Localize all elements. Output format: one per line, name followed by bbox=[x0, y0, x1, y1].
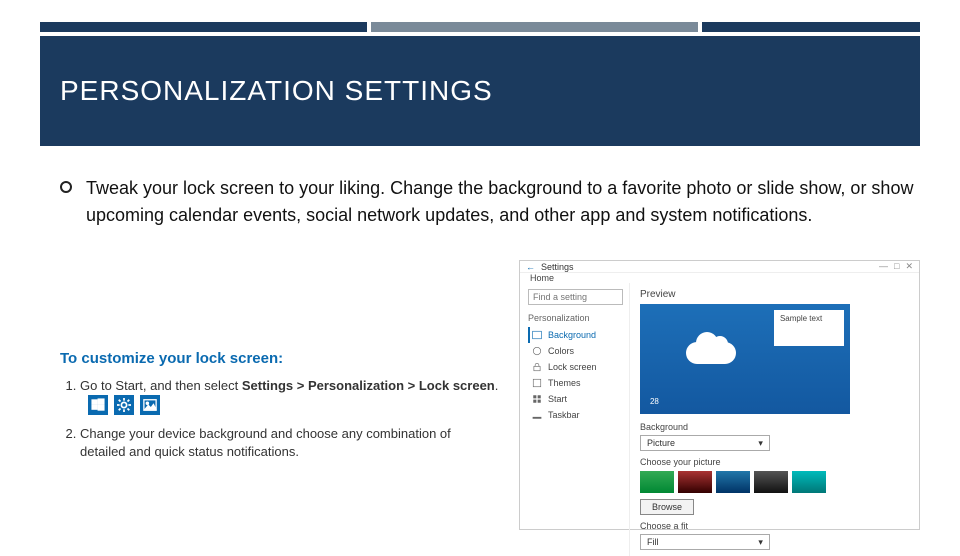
sidebar-item-themes[interactable]: Themes bbox=[528, 375, 623, 391]
slide-title-band: PERSONALIZATION SETTINGS bbox=[40, 36, 920, 146]
start-icon bbox=[532, 394, 542, 404]
picture-thumb[interactable] bbox=[754, 471, 788, 493]
settings-sidebar: Personalization Background Colors Lock s… bbox=[520, 283, 630, 556]
maximize-icon[interactable]: □ bbox=[894, 261, 899, 272]
browse-button[interactable]: Browse bbox=[640, 499, 694, 515]
background-label: Background bbox=[640, 422, 909, 432]
minimize-icon[interactable]: — bbox=[879, 261, 888, 272]
picture-icon bbox=[532, 330, 542, 340]
picture-thumb[interactable] bbox=[678, 471, 712, 493]
preview-image: Sample text 28 bbox=[640, 304, 850, 414]
back-icon[interactable]: ← bbox=[526, 262, 535, 272]
close-icon[interactable]: ✕ bbox=[905, 261, 913, 272]
bullet-icon bbox=[60, 181, 72, 193]
sidebar-item-taskbar[interactable]: Taskbar bbox=[528, 407, 623, 423]
themes-icon bbox=[532, 378, 542, 388]
background-select[interactable]: Picture ▾ bbox=[640, 435, 770, 451]
chevron-down-icon: ▾ bbox=[758, 438, 763, 449]
search-input[interactable] bbox=[528, 289, 623, 305]
fit-select[interactable]: Fill ▾ bbox=[640, 534, 770, 550]
sidebar-item-lock-screen[interactable]: Lock screen bbox=[528, 359, 623, 375]
sidebar-item-start[interactable]: Start bbox=[528, 391, 623, 407]
instructions-heading: To customize your lock screen: bbox=[60, 350, 499, 367]
sidebar-item-colors[interactable]: Colors bbox=[528, 343, 623, 359]
window-title: Settings bbox=[541, 262, 574, 272]
preview-time: 28 bbox=[650, 397, 659, 406]
lock-icon bbox=[532, 362, 542, 372]
bullet-text: Tweak your lock screen to your liking. C… bbox=[86, 175, 920, 229]
picture-icon bbox=[140, 395, 160, 415]
instructions-panel: To customize your lock screen: Go to Sta… bbox=[60, 260, 499, 530]
picture-thumb[interactable] bbox=[716, 471, 750, 493]
sidebar-item-background[interactable]: Background bbox=[528, 327, 623, 343]
accent-bars bbox=[40, 22, 920, 32]
gear-icon bbox=[114, 395, 134, 415]
fit-label: Choose a fit bbox=[640, 521, 909, 531]
bullet-item: Tweak your lock screen to your liking. C… bbox=[60, 175, 920, 229]
preview-sample-text: Sample text bbox=[774, 310, 844, 346]
settings-main: Preview Sample text 28 Background Pictur… bbox=[630, 283, 919, 556]
picture-thumb[interactable] bbox=[792, 471, 826, 493]
slide-title: PERSONALIZATION SETTINGS bbox=[60, 75, 493, 107]
windows-start-icon bbox=[88, 395, 108, 415]
settings-window: ← Settings — □ ✕ Home Personalization Ba… bbox=[519, 260, 920, 530]
instructions-step-1: Go to Start, and then select Settings > … bbox=[80, 377, 499, 415]
choose-picture-label: Choose your picture bbox=[640, 457, 909, 467]
chevron-down-icon: ▾ bbox=[758, 537, 763, 548]
home-link[interactable]: Home bbox=[526, 273, 554, 283]
section-label: Personalization bbox=[528, 313, 623, 323]
preview-label: Preview bbox=[640, 289, 909, 300]
picture-thumbnails bbox=[640, 471, 909, 493]
palette-icon bbox=[532, 346, 542, 356]
window-titlebar: ← Settings — □ ✕ bbox=[520, 261, 919, 273]
taskbar-icon bbox=[532, 410, 542, 420]
picture-thumb[interactable] bbox=[640, 471, 674, 493]
instructions-step-2: Change your device background and choose… bbox=[80, 425, 499, 461]
